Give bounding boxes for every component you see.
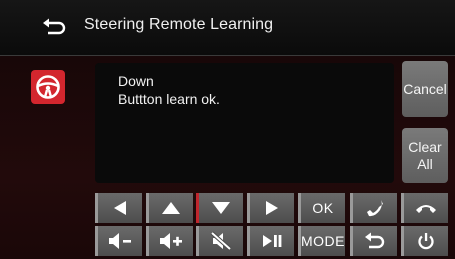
previous-arrow-icon	[114, 201, 126, 215]
mode-key-label: MODE	[301, 233, 345, 249]
key-answer[interactable]	[350, 193, 397, 223]
power-icon	[418, 233, 434, 250]
key-hangup[interactable]	[401, 193, 448, 223]
cancel-button-label: Cancel	[403, 80, 447, 97]
key-power[interactable]	[401, 226, 448, 256]
ok-key-label: OK	[312, 200, 334, 216]
back-icon	[365, 232, 385, 249]
key-mode[interactable]: MODE	[298, 226, 345, 256]
play-pause-icon	[263, 235, 282, 247]
up-arrow-icon	[162, 202, 180, 214]
next-arrow-icon	[266, 201, 278, 215]
page-title: Steering Remote Learning	[84, 16, 274, 33]
clear-all-button-label: Clear All	[408, 138, 442, 172]
message-box: Down Buttton learn ok.	[95, 63, 394, 183]
phone-answer-icon	[367, 200, 383, 217]
key-play-pause[interactable]	[247, 226, 294, 256]
key-mute[interactable]	[196, 226, 243, 256]
learn-status-text: Buttton learn ok.	[118, 91, 220, 107]
volume-up-icon	[160, 233, 182, 249]
learned-button-name: Down	[118, 73, 154, 89]
down-arrow-icon	[212, 202, 230, 214]
volume-down-icon	[109, 233, 131, 249]
key-down[interactable]	[196, 193, 243, 223]
key-volume-down[interactable]	[95, 226, 142, 256]
steering-remote-learning-screen: Steering Remote Learning Down Buttton le…	[0, 0, 455, 259]
cancel-button[interactable]: Cancel	[402, 61, 448, 117]
key-volume-up[interactable]	[146, 226, 193, 256]
key-ok[interactable]: OK	[298, 193, 345, 223]
phone-hangup-icon	[416, 205, 436, 213]
title-bar: Steering Remote Learning	[0, 0, 455, 55]
steering-wheel-icon	[31, 70, 65, 104]
key-previous[interactable]	[95, 193, 142, 223]
key-next[interactable]	[247, 193, 294, 223]
key-back[interactable]	[350, 226, 397, 256]
return-arrow-icon[interactable]	[42, 17, 68, 39]
key-up[interactable]	[146, 193, 193, 223]
clear-all-button[interactable]: Clear All	[402, 128, 448, 183]
mute-icon	[210, 231, 232, 251]
